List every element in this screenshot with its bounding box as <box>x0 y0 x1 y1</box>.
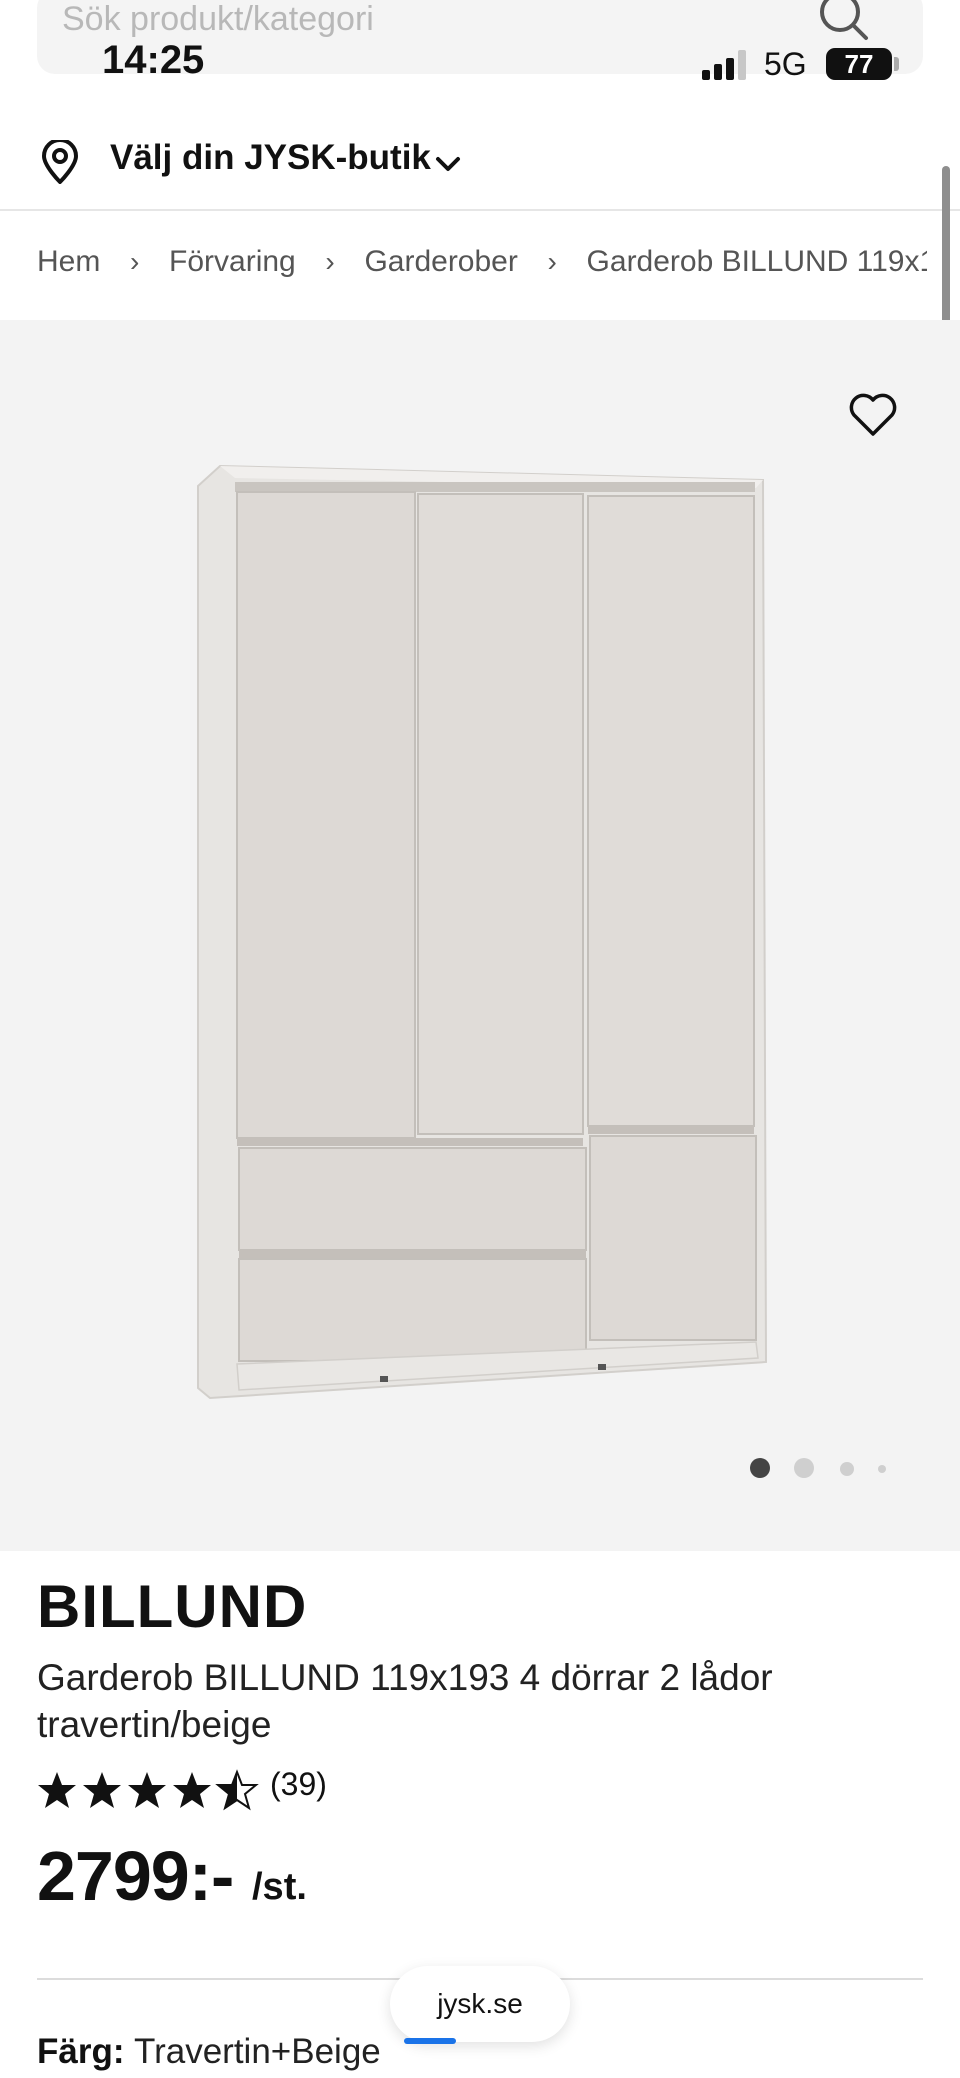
search-input[interactable]: Sök produkt/kategori <box>62 0 374 39</box>
battery-tip <box>894 57 899 71</box>
color-value: Travertin+Beige <box>134 2032 381 2071</box>
heart-icon[interactable] <box>848 392 898 438</box>
carousel-dot[interactable] <box>878 1465 886 1473</box>
store-picker[interactable]: Välj din JYSK-butik <box>0 122 960 208</box>
search-icon[interactable] <box>816 0 870 46</box>
product-image <box>197 464 768 1400</box>
chevron-right-icon: › <box>130 246 140 278</box>
review-count[interactable]: (39) <box>270 1766 327 1803</box>
carousel-indicator[interactable] <box>748 1456 898 1480</box>
breadcrumb: Hem › Förvaring › Garderober › Garderob … <box>37 244 927 290</box>
breadcrumb-item-home[interactable]: Hem <box>37 245 100 279</box>
battery-level: 77 <box>844 49 874 79</box>
loading-indicator <box>404 2038 456 2044</box>
header-divider <box>0 209 960 211</box>
product-price: 2799:- <box>37 1837 234 1915</box>
carousel-dot-active[interactable] <box>750 1458 770 1478</box>
carousel-dot[interactable] <box>794 1458 814 1478</box>
network-label: 5G <box>764 46 807 82</box>
signal-icon <box>702 50 746 80</box>
store-picker-label: Välj din JYSK-butik <box>110 138 431 177</box>
browser-domain: jysk.se <box>437 1988 523 2019</box>
status-time: 14:25 <box>102 38 205 82</box>
breadcrumb-item-wardrobes[interactable]: Garderober <box>364 245 517 279</box>
rating-stars[interactable] <box>37 1768 261 1812</box>
price-unit: /st. <box>252 1866 307 1908</box>
breadcrumb-item-current: Garderob BILLUND 119x193 <box>586 245 927 279</box>
location-pin-icon <box>42 140 78 184</box>
star-icon <box>83 1772 121 1808</box>
breadcrumb-item-storage[interactable]: Förvaring <box>169 245 296 279</box>
chevron-down-icon <box>436 157 460 171</box>
battery-icon: 77 <box>826 48 892 80</box>
carousel-dot[interactable] <box>840 1462 854 1476</box>
product-brand: BILLUND <box>37 1573 308 1640</box>
color-label: Färg: <box>37 2032 125 2071</box>
browser-domain-pill[interactable]: jysk.se <box>390 1966 570 2042</box>
star-icon <box>173 1772 211 1808</box>
star-icon <box>128 1772 166 1808</box>
chevron-right-icon: › <box>547 246 557 278</box>
chevron-right-icon: › <box>325 246 335 278</box>
star-icon <box>38 1772 76 1808</box>
product-title: Garderob BILLUND 119x193 4 dörrar 2 lådo… <box>37 1657 773 1745</box>
